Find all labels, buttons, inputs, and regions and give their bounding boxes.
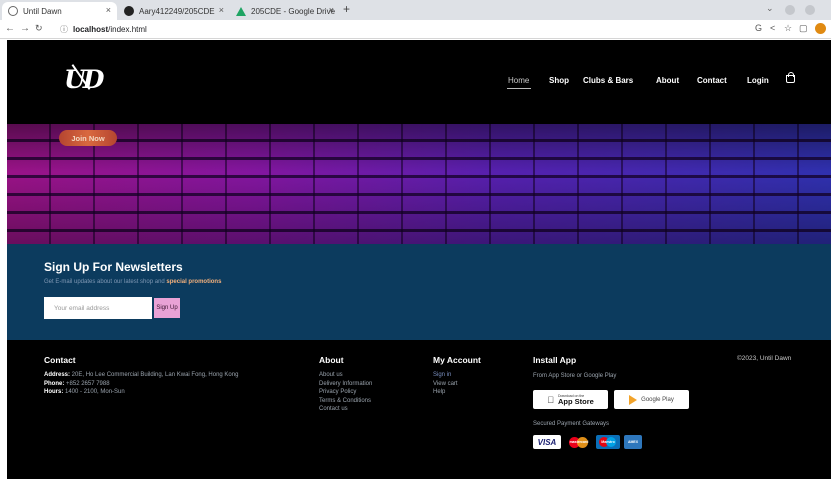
globe-icon [8,6,18,16]
share-icon[interactable]: < [770,23,775,33]
footer-install-heading: Install App [533,355,577,365]
forward-arrow-icon[interactable]: → [20,23,30,34]
contact-phone: Phone: +852 2657 7988 [44,380,238,389]
footer-link-view-cart[interactable]: View cart [433,380,458,389]
newsletter-title: Sign Up For Newsletters [44,260,183,274]
new-tab-icon[interactable]: + [343,2,350,16]
join-now-button[interactable]: Join Now [59,130,117,146]
site-header: UD Home Shop Clubs & Bars About Contact … [7,40,831,124]
address-bar: ← → ↻ ⓘ localhost/index.html G < ☆ ▢ [0,20,831,39]
url-path: /index.html [108,25,147,34]
footer-link-about-us[interactable]: About us [319,371,372,380]
maestro-card-icon: Maestro [596,435,620,449]
google-play-button[interactable]: Google Play [614,390,689,409]
nav-shop[interactable]: Shop [549,76,569,85]
newsletter-subtitle-text: Get E-mail updates about our latest shop… [44,279,167,285]
footer-contact-details: Address: 20E, Ho Lee Commercial Building… [44,371,238,397]
url-field[interactable]: ⓘ localhost/index.html [60,24,147,35]
chevron-down-icon[interactable]: ⌄ [766,3,774,14]
url-host: localhost [73,25,109,34]
footer-link-sign-in[interactable]: Sign in [433,371,458,380]
tab-title: Aary412249/205CDE [139,6,215,16]
back-arrow-icon[interactable]: ← [5,23,15,34]
nav-active-underline [507,88,531,89]
footer-account-heading: My Account [433,355,481,365]
phone-label: Phone: [44,380,65,387]
nav-about[interactable]: About [656,76,679,85]
mastercard-label: mastercard [569,440,589,444]
sign-up-button[interactable]: Sign Up [154,298,180,318]
footer-link-help[interactable]: Help [433,388,458,397]
phone-value: +852 2657 7988 [64,380,110,387]
nav-contact[interactable]: Contact [697,76,727,85]
app-store-label: Download on the App Store [558,394,594,406]
shopping-bag-icon[interactable] [786,72,795,83]
minimize-icon[interactable] [785,5,795,15]
tab-title: 205CDE - Google Drive [251,6,336,16]
payment-label: Secured Payment Gateways [533,421,610,427]
close-icon[interactable]: × [106,5,111,15]
bookmark-star-icon[interactable]: ☆ [784,23,792,34]
profile-avatar[interactable] [815,23,826,34]
footer-link-contact-us[interactable]: Contact us [319,405,372,414]
apple-icon:  [547,395,554,405]
copyright-text: ©2023, Until Dawn [737,355,792,362]
footer-contact-heading: Contact [44,355,76,365]
browser-tab-bar: Until Dawn × Aary412249/205CDE × 205CDE … [0,0,831,20]
visa-card-icon: VISA [533,435,561,449]
close-icon[interactable]: × [329,5,334,15]
github-icon [124,6,134,16]
hours-label: Hours: [44,389,64,395]
maximize-icon[interactable] [805,5,815,15]
footer-about-heading: About [319,355,344,365]
google-drive-icon [236,6,246,16]
footer-about-links: About us Delivery Information Privacy Po… [319,371,372,414]
newsletter-highlight: special promotions [166,279,222,285]
footer-link-terms[interactable]: Terms & Conditions [319,397,372,406]
contact-hours: Hours: 1400 - 2100, Mon-Sun [44,388,238,397]
address-value: 20E, Ho Lee Commercial Building, Lan Kwa… [70,372,239,378]
email-input[interactable]: Your email address [44,297,152,319]
site-footer: Contact Address: 20E, Ho Lee Commercial … [7,340,831,479]
google-play-icon [629,394,638,405]
app-store-button[interactable]:  Download on the App Store [533,390,608,409]
tab-title: Until Dawn [23,6,62,16]
google-play-label: Google Play [641,396,674,403]
app-store-big-text: App Store [554,396,594,406]
google-lens-icon[interactable]: G [755,23,762,33]
hours-value: 1400 - 2100, Mon-Sun [63,389,125,395]
amex-card-icon: AMEX [624,435,642,449]
contact-address: Address: 20E, Ho Lee Commercial Building… [44,371,238,380]
reload-icon[interactable]: ↻ [35,23,43,34]
hero-shade [7,124,831,244]
install-app-subtitle: From App Store or Google Play [533,373,617,379]
info-icon[interactable]: ⓘ [60,25,68,34]
footer-link-privacy[interactable]: Privacy Policy [319,388,372,397]
address-label: Address: [44,372,71,378]
nav-clubs-bars[interactable]: Clubs & Bars [583,76,633,85]
newsletter-subtitle: Get E-mail updates about our latest shop… [44,279,221,285]
tab-until-dawn[interactable]: Until Dawn × [2,2,117,20]
hero-banner: Join Now [7,124,831,244]
side-panel-icon[interactable]: ▢ [799,23,808,34]
newsletter-section: Sign Up For Newsletters Get E-mail updat… [7,244,831,340]
nav-login[interactable]: Login [747,76,769,85]
footer-account-links: Sign in View cart Help [433,371,458,397]
maestro-label: Maestro [601,440,615,444]
tab-github[interactable]: Aary412249/205CDE × [118,2,230,20]
tab-google-drive[interactable]: 205CDE - Google Drive × [230,2,340,20]
mastercard-icon: mastercard [566,435,592,449]
nav-home[interactable]: Home [508,76,529,85]
footer-link-delivery[interactable]: Delivery Information [319,380,372,389]
close-icon[interactable]: × [219,5,224,15]
